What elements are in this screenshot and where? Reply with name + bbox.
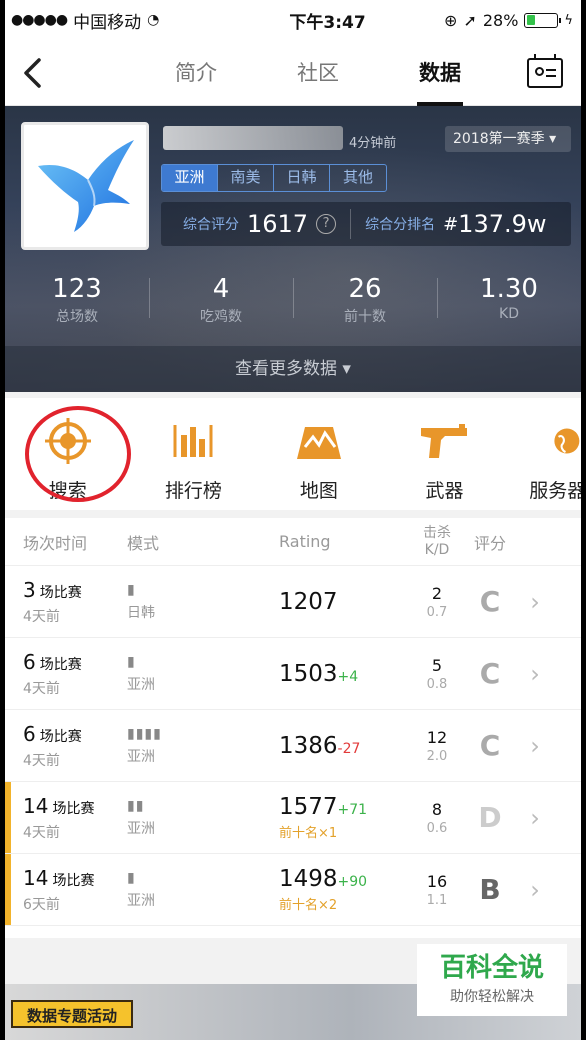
region-asia[interactable]: 亚洲: [162, 165, 218, 191]
region-other[interactable]: 其他: [330, 165, 386, 191]
profile-card-icon[interactable]: [527, 54, 563, 88]
grade-badge: C: [479, 729, 501, 762]
charging-icon: ϟ: [564, 12, 573, 28]
chevron-right-icon: ›: [530, 803, 540, 832]
avatar: [21, 122, 149, 250]
duo-icon: ▮▮: [127, 797, 145, 814]
chevron-right-icon: ›: [530, 731, 540, 760]
signal-strength: ●●●●●: [11, 12, 68, 28]
score-value: 1617: [247, 210, 309, 238]
col-mode: 模式: [127, 533, 160, 553]
carrier-name: 中国移动: [73, 12, 142, 33]
watermark-logo: 百科全说 助你轻松解决: [417, 944, 567, 1016]
annotation-circle: [25, 406, 131, 502]
activity-badge: 数据专题活动: [11, 1000, 133, 1028]
shortcut-servers[interactable]: 服务器: [507, 398, 581, 510]
screen-frame: ●●●●● 中国移动 ◔ 下午3:47 ⊕ ➚ 28% ϟ 简介 社区 数据 4…: [0, 0, 586, 1040]
season-dropdown[interactable]: 2018第一赛季 ▾: [445, 126, 571, 152]
rank-label: 综合分排名: [365, 217, 436, 233]
globe-icon: [554, 428, 580, 454]
table-row[interactable]: 3 场比赛 4天前 ▮ 日韩 1207 2 0.7 C ›: [5, 566, 581, 638]
shortcut-leaderboard[interactable]: 排行榜: [131, 398, 257, 510]
grade-badge: D: [478, 801, 502, 834]
nav-bar: 简介 社区 数据: [5, 40, 581, 106]
person-icon: ▮: [127, 869, 136, 886]
table-row[interactable]: 6 场比赛 4天前 ▮▮▮▮ 亚洲 1386-27 12 2.0 C ›: [5, 710, 581, 782]
region-south-america[interactable]: 南美: [218, 165, 274, 191]
stat-top10: 26 前十数: [293, 272, 437, 326]
table-row[interactable]: 6 场比赛 4天前 ▮ 亚洲 1503+4 5 0.8 C ›: [5, 638, 581, 710]
shortcut-label: 服务器: [529, 480, 581, 502]
tab-intro[interactable]: 简介: [135, 40, 257, 106]
table-header: 场次时间 模式 Rating 击杀 K/D 评分: [5, 518, 581, 566]
chevron-left-icon: [24, 58, 41, 88]
table-row[interactable]: 14 场比赛 4天前 ▮▮ 亚洲 1577+71 前十名×1 8 0.6 D ›: [5, 782, 581, 854]
score-label: 综合评分: [183, 217, 239, 233]
person-icon: ▮: [127, 653, 136, 670]
status-bar: ●●●●● 中国移动 ◔ 下午3:47 ⊕ ➚ 28% ϟ: [5, 0, 581, 40]
bird-logo-icon: [38, 140, 134, 232]
tab-community[interactable]: 社区: [257, 40, 379, 106]
stat-total-games: 123 总场数: [52, 274, 102, 325]
region-selector: 亚洲 南美 日韩 其他: [161, 164, 387, 192]
squad-icon: ▮▮▮▮: [127, 725, 162, 742]
person-icon: ▮: [127, 581, 136, 598]
back-button[interactable]: [21, 56, 51, 90]
shortcut-label: 排行榜: [164, 480, 222, 502]
col-kills: 击杀 K/D: [423, 524, 451, 558]
score-panel: 综合评分 1617 ? 综合分排名 # 137.9w: [161, 202, 571, 246]
location-icon: ➚: [463, 10, 477, 30]
table-row[interactable]: 14 场比赛 6天前 ▮ 亚洲 1498+90 前十名×2 16 1.1 B ›: [5, 854, 581, 926]
col-grade: 评分: [473, 533, 506, 553]
profile-banner: 4分钟前 2018第一赛季 ▾ 亚洲 南美 日韩 其他 综合评分 1617 ? …: [5, 106, 581, 392]
shortcut-weapons[interactable]: 武器: [382, 398, 508, 510]
chevron-right-icon: ›: [530, 659, 540, 688]
orientation-lock-icon: ⊕: [444, 10, 458, 30]
shortcut-label: 武器: [425, 480, 464, 502]
stat-kd: 1.30 KD: [437, 272, 581, 326]
region-japan-korea[interactable]: 日韩: [274, 165, 330, 191]
pistol-icon: [421, 424, 468, 458]
tab-data[interactable]: 数据: [379, 40, 501, 106]
player-name-redacted: [163, 126, 343, 150]
stat-wins: 4 吃鸡数: [149, 272, 293, 326]
last-updated: 4分钟前: [349, 136, 397, 151]
stats-row: 123 总场数 4 吃鸡数 26 前十数 1.30 KD: [5, 272, 581, 326]
shortcut-label: 地图: [299, 480, 338, 502]
top-tabs: 简介 社区 数据: [135, 40, 501, 106]
chevron-right-icon: ›: [530, 587, 540, 616]
bar-chart-icon: [173, 425, 213, 457]
match-table: 场次时间 模式 Rating 击杀 K/D 评分 3 场比赛 4天前 ▮ 日韩 1…: [5, 518, 581, 938]
help-icon[interactable]: ?: [316, 214, 337, 234]
grade-badge: B: [479, 873, 501, 906]
battery-icon: [524, 12, 562, 28]
col-time: 场次时间: [23, 533, 88, 553]
grade-badge: C: [479, 585, 501, 618]
col-rating: Rating: [279, 532, 331, 551]
clock: 下午3:47: [289, 12, 366, 33]
grade-badge: C: [479, 657, 501, 690]
more-data-button[interactable]: 查看更多数据 ▾: [5, 346, 581, 392]
phone-screen: ●●●●● 中国移动 ◔ 下午3:47 ⊕ ➚ 28% ϟ 简介 社区 数据 4…: [5, 0, 581, 1040]
rank-hash: #: [443, 213, 459, 235]
shortcut-map[interactable]: 地图: [256, 398, 382, 510]
rank-value: 137.9w: [458, 210, 547, 238]
chevron-right-icon: ›: [530, 875, 540, 904]
battery-percent: 28%: [482, 10, 519, 30]
map-icon: [296, 427, 341, 459]
wifi-icon: ◔: [147, 12, 160, 28]
